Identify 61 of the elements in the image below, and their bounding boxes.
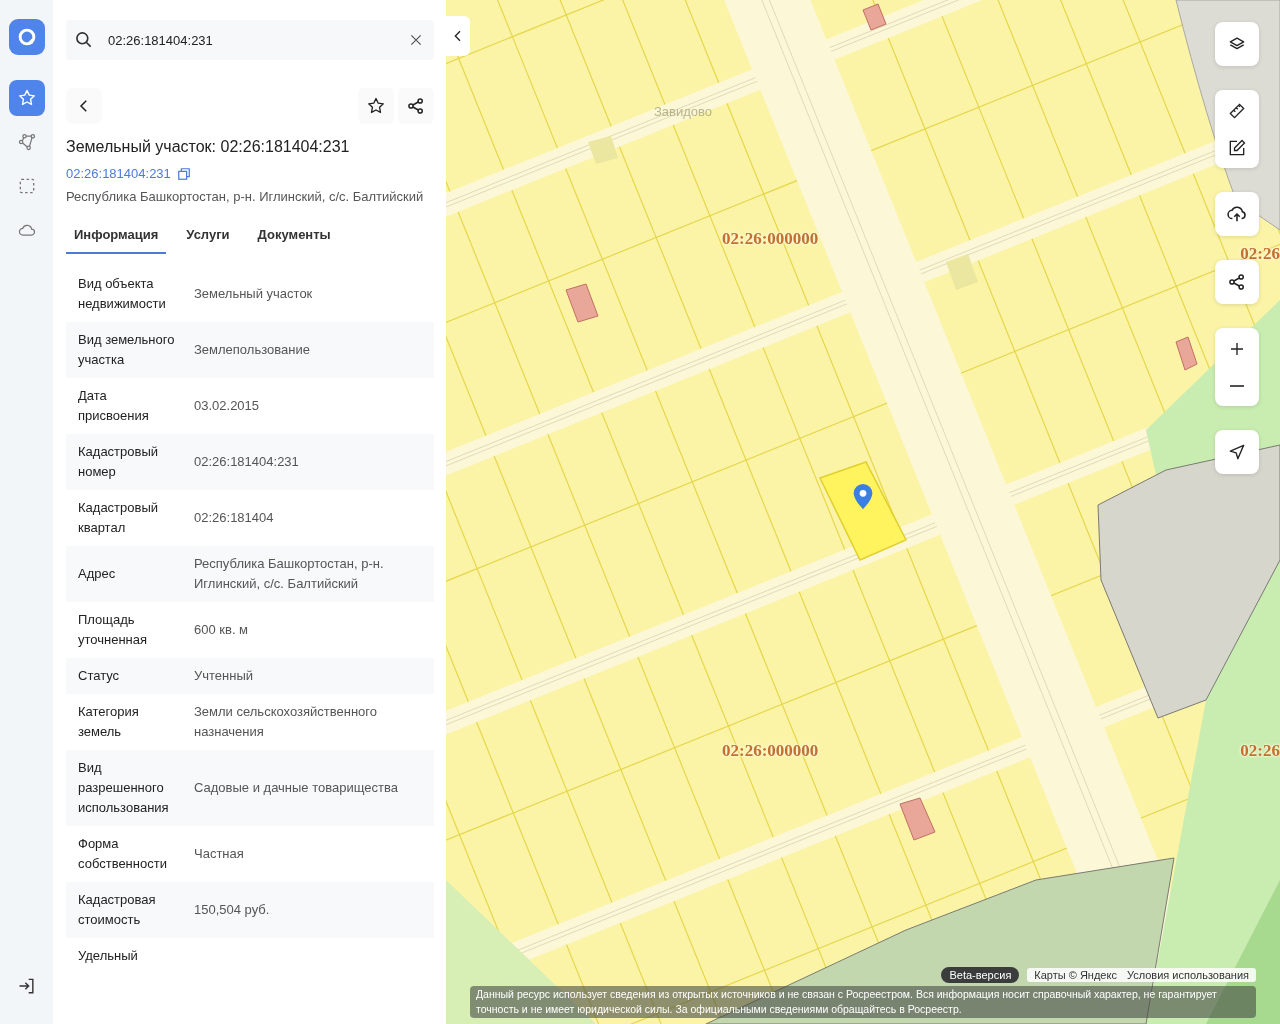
property-value: Республика Башкортостан, р-н. Иглинский, с/с. Балтийский	[194, 555, 385, 593]
object-title: Земельный участок: 02:26:181404:231	[66, 138, 351, 156]
property-value: 03.02.2015	[194, 397, 260, 415]
ruler-icon	[1227, 100, 1247, 121]
property-label: Кадастровая стоимость	[78, 891, 157, 929]
property-label: Кадастровый номер	[78, 443, 160, 481]
layers-button[interactable]	[1215, 22, 1259, 66]
star-icon	[16, 88, 37, 108]
property-value: Земли сельскохозяйственного назначения	[194, 703, 378, 741]
property-label: Площадь уточненная	[78, 611, 149, 649]
property-label: Кадастровый квартал	[78, 499, 160, 537]
share-icon	[406, 96, 426, 116]
copy-icon[interactable]	[176, 166, 191, 181]
route-icon	[16, 132, 37, 152]
minus-icon	[1230, 384, 1244, 387]
property-value: 150,504 руб.	[194, 901, 270, 919]
place-label: Завидово	[654, 104, 713, 119]
property-label: Удельный	[78, 947, 139, 965]
property-label: Статус	[78, 667, 121, 685]
share-button[interactable]	[1215, 260, 1259, 304]
terms-link[interactable]: Условия использования	[1126, 969, 1249, 981]
share-button[interactable]	[398, 88, 434, 124]
property-value: 600 кв. м	[194, 621, 249, 639]
map-attribution: Карты © Яндекс	[1034, 969, 1117, 981]
property-label: Вид объекта недвижимости	[78, 275, 167, 313]
property-value: 02:26:181404	[194, 509, 274, 527]
property-value: Землепользование	[194, 341, 310, 359]
star-icon	[366, 96, 386, 116]
property-value: 02:26:181404:231	[194, 453, 299, 471]
search-field[interactable]: 02:26:181404:231	[66, 20, 434, 60]
property-label: Категория земель	[78, 703, 140, 741]
property-label: Форма собственности	[78, 835, 168, 873]
property-value: Садовые и дачные товарищества	[194, 779, 398, 797]
tab[interactable]: Услуги	[178, 219, 238, 254]
search-icon	[74, 30, 94, 50]
beta-badge: Beta-версия	[941, 967, 1020, 983]
app-logo	[8, 19, 45, 55]
map-pin-icon	[851, 483, 875, 511]
share-icon	[1227, 272, 1247, 292]
upload-button[interactable]	[1215, 192, 1259, 236]
cadastral-quarter-label: 02:26	[1240, 741, 1280, 761]
navigation-arrow-icon	[1227, 442, 1247, 462]
rail-item[interactable]	[8, 80, 45, 116]
property-value: Частная	[194, 845, 244, 863]
property-value: Учтенный	[194, 667, 254, 685]
cadastral-quarter-label: 02:26:000000	[722, 229, 819, 249]
back-button[interactable]	[66, 88, 102, 124]
favorite-button[interactable]	[358, 88, 394, 124]
object-address: Республика Башкортостан, р-н. Иглинский, с/с. Балтийский	[66, 188, 425, 206]
clear-icon[interactable]	[408, 32, 424, 48]
property-value: Земельный участок	[194, 285, 313, 303]
edit-icon	[1227, 137, 1247, 158]
property-label: Вид земельного участка	[78, 331, 176, 369]
property-label: Вид разрешенного использования	[78, 759, 170, 817]
property-label: Адрес	[78, 565, 117, 583]
disclaimer-text: Данный ресурс использует сведения из открытых источников и не связан с Росреестром. Вся информация носит справочный характер, не гарантирует точность и не имеет юридической силы. За официальными сведениями обращайтесь в Росреестр.	[470, 986, 1256, 1018]
locate-button[interactable]	[1215, 430, 1259, 474]
property-label: Дата присвоения	[78, 387, 150, 425]
tab[interactable]: Информация	[66, 219, 167, 254]
tab[interactable]: Документы	[249, 219, 339, 254]
cadastral-number-link[interactable]: 02:26:181404:231	[66, 166, 171, 181]
